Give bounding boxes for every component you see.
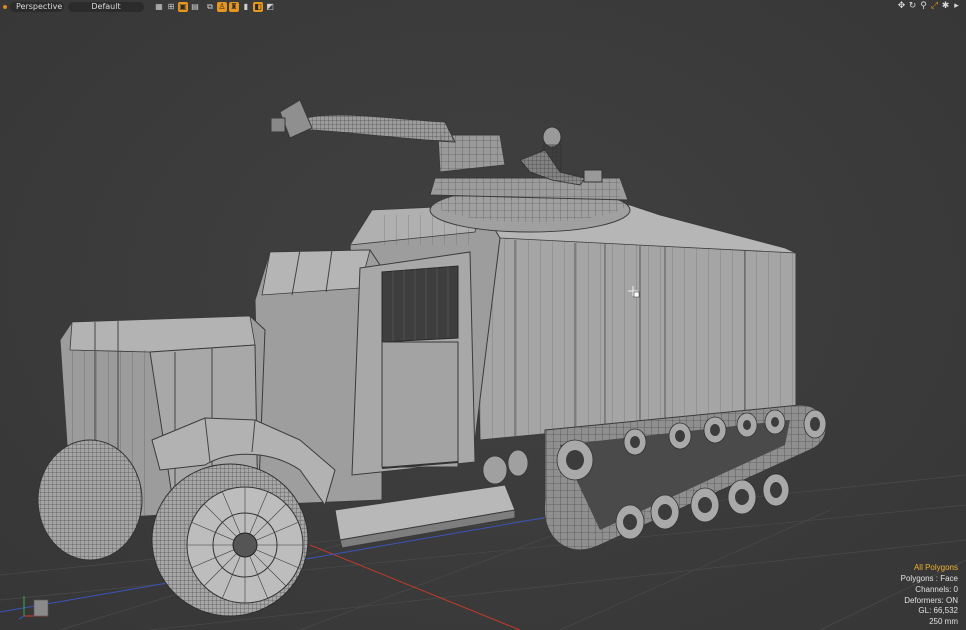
viewport-settings-icon[interactable]: ✱: [940, 1, 951, 12]
turret-ring[interactable]: [429, 177, 631, 233]
deformers-info: Deformers: ON: [904, 595, 958, 605]
axis-gizmo: [18, 596, 49, 620]
skeleton-figure[interactable]: [519, 126, 603, 186]
viewport-toolbar: Perspective Default ▦ ⊞ ▣ ▤ ⧉ ♙ ♜ ▮ ◧ ◩ …: [0, 0, 966, 13]
layers-icon[interactable]: ◧: [253, 1, 263, 12]
front-wheel[interactable]: [151, 463, 309, 617]
move-view-icon[interactable]: ✥: [896, 1, 907, 12]
hatched-icon[interactable]: ▤: [190, 2, 200, 12]
gizmo-cube: [33, 599, 49, 617]
lock-icon[interactable]: ▮: [241, 2, 251, 12]
expand-menu-icon[interactable]: ▸: [951, 1, 962, 12]
wireframe-icon[interactable]: ▦: [154, 2, 164, 12]
view-navigation: ✥ ↻ ⚲ ⤢ ✱ ▸: [896, 1, 962, 12]
channels-info: Channels: 0: [915, 584, 958, 594]
cannon[interactable]: [270, 99, 506, 173]
transform-icon[interactable]: ◩: [265, 2, 275, 12]
x-axis-line: [309, 544, 521, 630]
grid-scale-label: 250 mm: [929, 617, 958, 627]
view-type-dropdown[interactable]: Perspective: [10, 1, 64, 12]
shading-style-dropdown[interactable]: Default: [68, 1, 144, 12]
clone-icon[interactable]: ⧉: [205, 2, 215, 12]
polygons-info: Polygons : Face: [900, 574, 958, 584]
cab[interactable]: [254, 249, 476, 506]
scene-canvas[interactable]: [0, 0, 966, 630]
viewport-info-overlay: All Polygons Polygons : Face Channels: 0…: [901, 563, 958, 628]
rear-wheel[interactable]: [37, 439, 143, 561]
symmetry-icon[interactable]: ♜: [229, 1, 239, 12]
zoom-view-icon[interactable]: ⚲: [918, 1, 929, 12]
fit-view-icon[interactable]: ⤢: [929, 1, 940, 12]
cargo-box[interactable]: [474, 204, 797, 441]
gl-poly-count: GL: 66,532: [918, 606, 958, 616]
viewport-options: ▦ ⊞ ▣ ▤ ⧉ ♙ ♜ ▮ ◧ ◩: [154, 1, 277, 12]
gizmo-z-axis: [18, 615, 25, 620]
rotate-view-icon[interactable]: ↻: [907, 1, 918, 12]
3d-viewport[interactable]: Perspective Default ▦ ⊞ ▣ ▤ ⧉ ♙ ♜ ▮ ◧ ◩ …: [0, 0, 966, 630]
person-icon[interactable]: ♙: [217, 1, 227, 12]
selection-mode-label: All Polygons: [913, 563, 958, 573]
viewport-menu-dot[interactable]: [3, 4, 7, 9]
grid-snap-icon[interactable]: ⊞: [166, 2, 176, 12]
shaded-toggle-icon[interactable]: ▣: [178, 1, 188, 12]
